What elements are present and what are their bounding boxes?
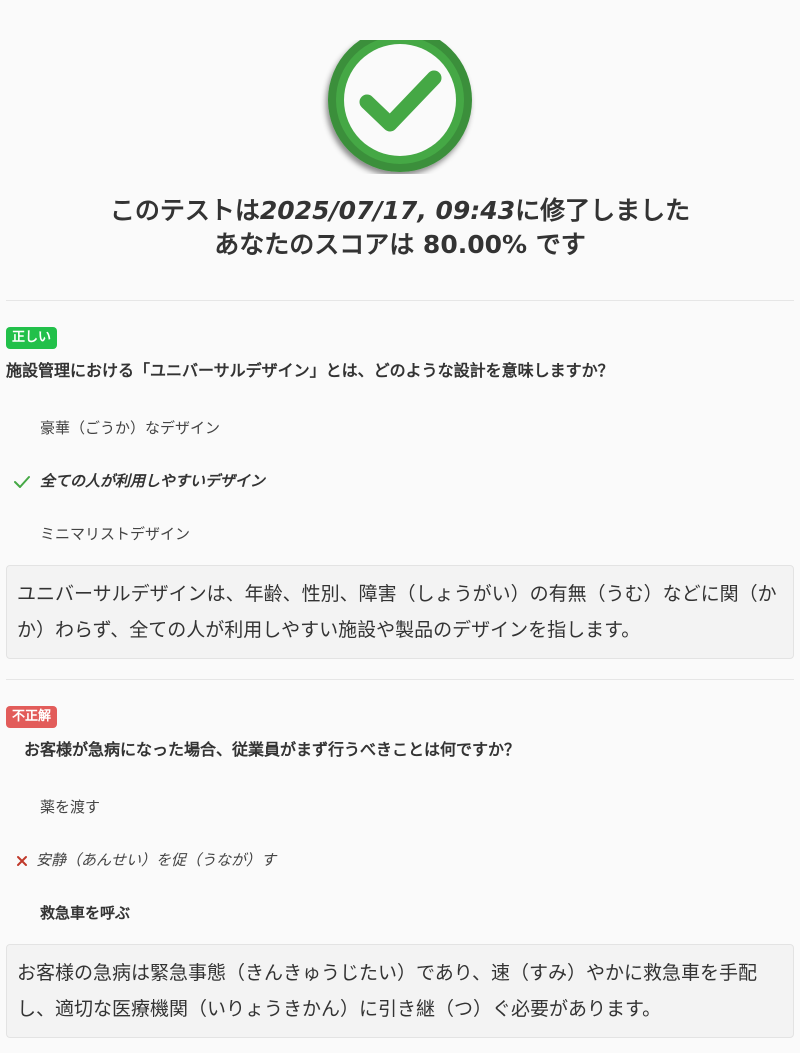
question-text: お客様が急病になった場合、従業員がまず行うべきことは何ですか？ [24,740,521,759]
option-label: 安静（あんせい）を促（うなが）す [36,851,277,869]
answer-option: ミニマリストデザイン [6,508,794,561]
quiz-result-page: このテストは2025/07/17, 09:43に修了しました あなたのスコアは … [0,0,800,1053]
option-label: 豪華（ごうか）なデザイン [40,419,221,437]
score-line: あなたのスコアは 80.00% です [214,230,586,259]
cross-icon [12,834,32,887]
question-card-1: 正しい 施設管理における「ユニバーサルデザイン」とは、どのような設計を意味します… [0,326,800,659]
answer-option: 薬を渡す [6,781,794,834]
answer-option-selected: 安静（あんせい）を促（うなが）す [6,834,794,887]
divider [6,679,794,680]
completion-suffix: に修了しました [515,196,691,225]
result-title: このテストは2025/07/17, 09:43に修了しました あなたのスコアは … [0,194,800,262]
completion-prefix: このテストは [109,196,260,225]
result-header: このテストは2025/07/17, 09:43に修了しました あなたのスコアは … [0,0,800,262]
answer-option-correct: 救急車を呼ぶ [6,887,794,940]
answer-option-selected: 全ての人が利用しやすいデザイン [6,455,794,508]
option-label: 救急車を呼ぶ [40,904,131,922]
option-label: 薬を渡す [40,798,101,816]
option-label: 全ての人が利用しやすいデザイン [40,472,265,490]
check-circle-icon [328,40,472,172]
completion-timestamp: 2025/07/17, 09:43 [259,196,516,225]
explanation-box: お客様の急病は緊急事態（きんきゅうじたい）であり、速（すみ）やかに救急車を手配し… [6,944,794,1038]
question-text: 施設管理における「ユニバーサルデザイン」とは、どのような設計を意味しますか？ [6,361,614,380]
checkmark-icon [12,455,32,508]
status-badge-wrong: 不正解 [6,706,58,728]
option-label: ミニマリストデザイン [40,525,191,543]
explanation-box: ユニバーサルデザインは、年齢、性別、障害（しょうがい）の有無（うむ）などに関（か… [6,565,794,659]
answer-option: 豪華（ごうか）なデザイン [6,402,794,455]
status-badge-correct: 正しい [6,327,58,349]
divider [6,300,794,301]
completion-line: このテストは2025/07/17, 09:43に修了しました [0,194,800,228]
question-card-2: 不正解 お客様が急病になった場合、従業員がまず行うべきことは何ですか？ 薬を渡す… [0,705,800,1038]
